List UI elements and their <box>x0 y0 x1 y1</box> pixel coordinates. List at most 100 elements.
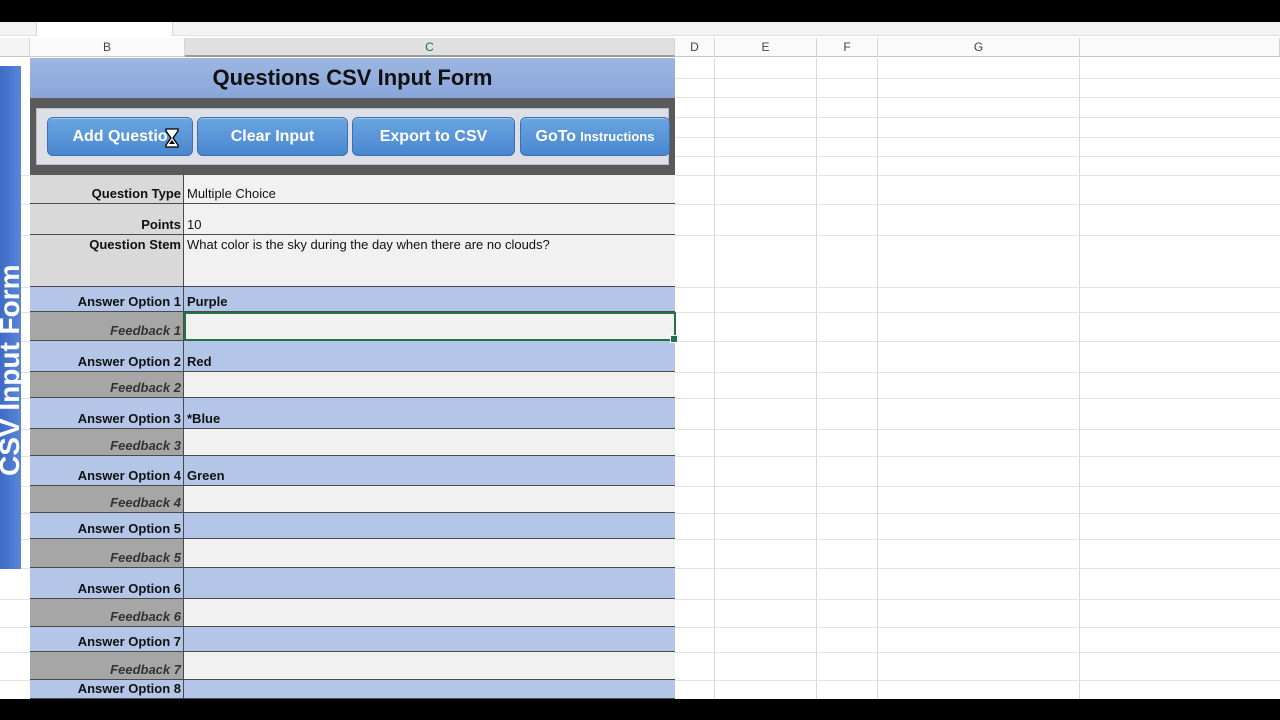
feedback-row: Feedback 1 <box>30 312 675 341</box>
column-header-b[interactable]: B <box>30 38 185 57</box>
field-value-cell[interactable]: Red <box>184 341 675 371</box>
grid-row-line <box>675 175 1280 176</box>
tab-strip <box>0 22 1280 36</box>
field-label: Feedback 6 <box>30 599 184 626</box>
field-label-text: Answer Option 3 <box>77 411 181 426</box>
answer-option-row: Answer Option 6 <box>30 568 675 599</box>
grid-column-line <box>1079 58 1080 699</box>
field-label-text: Points <box>141 217 181 232</box>
field-value-cell[interactable] <box>184 652 675 679</box>
field-label: Points <box>30 204 184 234</box>
field-value-text: What color is the sky during the day whe… <box>187 237 550 252</box>
feedback-row: Feedback 2 <box>30 372 675 398</box>
answer-option-row: Answer Option 1 Purple <box>30 287 675 312</box>
side-title-bar: CSV Input Form <box>0 66 21 569</box>
grid-row-line <box>675 486 1280 487</box>
grid-row-line <box>675 568 1280 569</box>
field-value-cell[interactable] <box>184 429 675 455</box>
feedback-row: Feedback 6 <box>30 599 675 627</box>
field-value-cell[interactable]: What color is the sky during the day whe… <box>184 235 675 286</box>
field-label-text: Feedback 3 <box>110 438 181 453</box>
grid-row-line <box>675 97 1280 98</box>
export-csv-button[interactable]: Export to CSV <box>352 117 515 156</box>
grid-row-line <box>675 627 1280 628</box>
answer-option-row: Answer Option 4 Green <box>30 456 675 486</box>
field-label-text: Question Type <box>91 186 181 201</box>
field-value-cell[interactable]: Multiple Choice <box>184 175 675 203</box>
grid-row-line <box>0 627 30 628</box>
field-value-cell[interactable] <box>184 486 675 512</box>
column-header-c[interactable]: C <box>185 38 675 57</box>
top-black-band <box>0 0 1280 22</box>
field-value-cell[interactable]: Green <box>184 456 675 485</box>
field-label-text: Answer Option 6 <box>77 581 181 596</box>
field-value-cell[interactable] <box>184 680 675 698</box>
field-label-text: Answer Option 2 <box>77 354 181 369</box>
answer-option-row: Answer Option 7 <box>30 627 675 652</box>
answer-option-row: Answer Option 3 *Blue <box>30 398 675 429</box>
grid-row-line <box>675 652 1280 653</box>
field-label: Feedback 5 <box>30 539 184 567</box>
grid-row-line <box>675 513 1280 514</box>
field-label: Feedback 4 <box>30 486 184 512</box>
field-value-text: Purple <box>187 294 228 309</box>
field-value-cell[interactable] <box>184 627 675 651</box>
grid-row-line <box>0 652 30 653</box>
column-header-e[interactable]: E <box>715 38 817 57</box>
field-label: Feedback 3 <box>30 429 184 455</box>
form-field-row: Question Type Multiple Choice <box>30 175 675 204</box>
grid-column-line <box>714 58 715 699</box>
field-value-cell[interactable]: Purple <box>184 287 675 311</box>
grid-row-line <box>675 235 1280 236</box>
feedback-row: Feedback 4 <box>30 486 675 513</box>
grid-row-line <box>675 287 1280 288</box>
clear-input-button[interactable]: Clear Input <box>197 117 348 156</box>
bottom-black-band <box>0 699 1280 720</box>
field-value-cell[interactable] <box>184 539 675 567</box>
field-value-cell[interactable] <box>184 599 675 626</box>
goto-instructions-button[interactable]: GoTo Instructions <box>520 117 670 156</box>
column-header-d[interactable]: D <box>675 38 715 57</box>
grid-row-line <box>675 372 1280 373</box>
field-label: Feedback 2 <box>30 372 184 397</box>
field-value-cell[interactable]: 10 <box>184 204 675 234</box>
field-value-text: *Blue <box>187 411 221 426</box>
field-label: Answer Option 4 <box>30 456 184 485</box>
column-header-h[interactable] <box>1080 38 1280 57</box>
form-title: Questions CSV Input Form <box>30 58 675 100</box>
field-value-text: Multiple Choice <box>187 186 276 201</box>
field-label-text: Feedback 2 <box>110 380 181 395</box>
instructions-label: Instructions <box>580 129 655 144</box>
field-label-text: Feedback 1 <box>110 323 181 338</box>
button-panel-inner: Add Questio Clear Input Export to CSV Go… <box>36 108 670 165</box>
field-label-text: Feedback 4 <box>110 495 181 510</box>
field-label: Answer Option 2 <box>30 341 184 371</box>
select-all-corner[interactable] <box>0 38 30 57</box>
add-question-button[interactable]: Add Questio <box>47 117 193 156</box>
grid-column-line <box>816 58 817 699</box>
field-label: Question Type <box>30 175 184 203</box>
field-value-cell[interactable] <box>184 513 675 538</box>
field-label-text: Feedback 7 <box>110 662 181 677</box>
grid-row-line <box>675 398 1280 399</box>
field-label: Feedback 7 <box>30 652 184 679</box>
column-header-f[interactable]: F <box>817 38 878 57</box>
field-label: Question Stem <box>30 235 184 286</box>
field-value-text: Red <box>187 354 212 369</box>
grid-row-line <box>675 117 1280 118</box>
field-label-text: Answer Option 4 <box>77 468 181 483</box>
form-field-row: Points 10 <box>30 204 675 235</box>
field-value-cell[interactable] <box>184 312 675 340</box>
field-value-cell[interactable]: *Blue <box>184 398 675 428</box>
grid-row-line <box>675 156 1280 157</box>
sheet-tab[interactable] <box>36 22 173 36</box>
grid-row-line <box>675 599 1280 600</box>
field-value-cell[interactable] <box>184 372 675 397</box>
column-header-g[interactable]: G <box>878 38 1080 57</box>
field-label-text: Answer Option 7 <box>77 634 181 649</box>
field-label: Answer Option 7 <box>30 627 184 651</box>
grid-row-line <box>675 539 1280 540</box>
field-value-cell[interactable] <box>184 568 675 598</box>
grid-row-line <box>0 680 30 681</box>
field-label: Answer Option 1 <box>30 287 184 311</box>
